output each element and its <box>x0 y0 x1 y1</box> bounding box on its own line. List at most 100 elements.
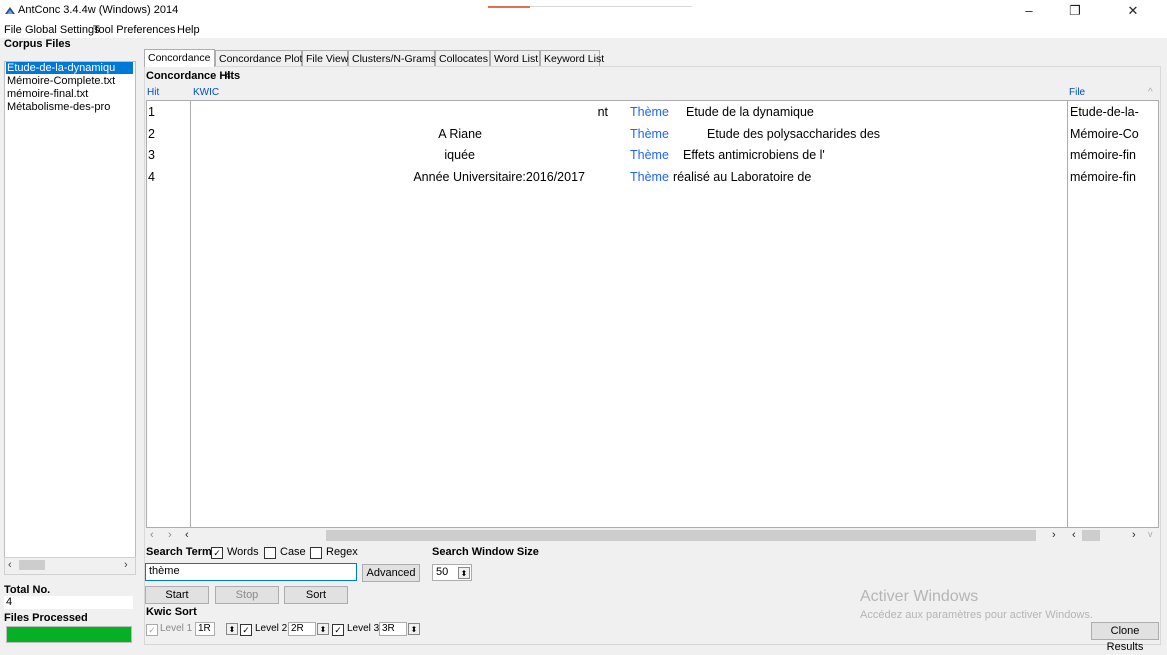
case-label: Case <box>280 546 306 558</box>
corpus-file-item[interactable]: Mémoire-Complete.txt <box>7 75 115 87</box>
row-hit: 2 <box>148 127 155 141</box>
scroll-up-icon[interactable]: ^ <box>1148 87 1153 98</box>
minimize-icon[interactable]: – <box>1006 0 1052 22</box>
kwic-scroll-thumb[interactable] <box>326 530 1036 541</box>
activation-watermark-title: Activer Windows <box>860 588 979 605</box>
scroll-left-icon[interactable]: ‹ <box>8 559 12 571</box>
menu-tool-preferences[interactable]: Tool Preferences <box>93 24 176 36</box>
activation-watermark-subtitle: Accédez aux paramètres pour activer Wind… <box>860 609 1093 621</box>
row-keyword[interactable]: Thème <box>630 148 669 162</box>
level3-checkbox[interactable]: ✓ <box>332 624 344 636</box>
corpus-hscrollbar[interactable]: ‹ › <box>4 557 136 575</box>
row-file: Etude-de-la- <box>1070 105 1139 119</box>
menu-file[interactable]: File <box>4 24 22 36</box>
advanced-button[interactable]: Advanced <box>362 564 420 582</box>
total-no-label: Total No. <box>4 584 51 596</box>
case-checkbox[interactable] <box>264 547 276 559</box>
corpus-file-list[interactable]: Etude-de-la-dynamiqu Mémoire-Complete.tx… <box>4 61 136 558</box>
row-keyword[interactable]: Thème <box>630 127 669 141</box>
window-size-value: 50 <box>436 566 449 578</box>
row-file: mémoire-fin <box>1070 170 1136 184</box>
menu-bar: File Global Settings Tool Preferences He… <box>0 22 1167 38</box>
scroll-left-icon[interactable]: ‹ <box>150 529 154 541</box>
file-scroll-thumb[interactable] <box>1082 530 1100 541</box>
row-hit: 3 <box>148 148 155 162</box>
row-right-context: Etude des polysaccharides des <box>707 127 881 141</box>
title-accent <box>488 6 530 8</box>
search-window-size-field[interactable]: 50 ⬍ <box>432 564 472 581</box>
total-no-value: 4 <box>4 596 133 609</box>
tab-collocates[interactable]: Collocates <box>435 50 490 66</box>
tab-word-list[interactable]: Word List <box>490 50 540 66</box>
menu-help[interactable]: Help <box>177 24 200 36</box>
restore-icon[interactable]: ❐ <box>1052 0 1098 22</box>
regex-label: Regex <box>326 546 358 558</box>
scroll-right-icon[interactable]: › <box>1132 529 1136 541</box>
row-left-context: nt <box>597 105 608 119</box>
start-button[interactable]: Start <box>145 586 209 604</box>
column-header-file[interactable]: File <box>1069 87 1085 98</box>
level1-field[interactable]: 1R <box>195 622 215 636</box>
level1-checkbox: ✓ <box>146 624 158 636</box>
tab-keyword-list[interactable]: Keyword List <box>540 50 604 66</box>
kwic-column[interactable] <box>191 100 1068 528</box>
file-column[interactable] <box>1067 100 1159 528</box>
concordance-hits-value: 4 <box>225 70 232 82</box>
window-title: AntConc 3.4.4w (Windows) 2014 <box>18 4 179 16</box>
scroll-left-icon[interactable]: ‹ <box>1072 529 1076 541</box>
scroll-left-icon[interactable]: ‹ <box>185 529 189 541</box>
spinner-icon[interactable]: ⬍ <box>408 623 420 635</box>
level2-label: Level 2 <box>255 623 288 634</box>
search-window-size-label: Search Window Size <box>432 546 539 558</box>
spinner-icon[interactable]: ⬍ <box>458 567 470 579</box>
tab-concordance[interactable]: Concordance <box>144 49 215 67</box>
row-hit: 4 <box>148 170 155 184</box>
column-header-hit[interactable]: Hit <box>147 87 159 98</box>
row-left-context: A Riane <box>438 127 482 141</box>
row-keyword[interactable]: Thème <box>630 170 669 184</box>
row-left-context: iquée <box>444 148 475 162</box>
kwic-sort-label: Kwic Sort <box>146 606 197 618</box>
scroll-down-icon[interactable]: v <box>1148 529 1153 539</box>
level3-label: Level 3 <box>347 623 380 634</box>
words-checkbox[interactable]: ✓ <box>211 547 223 559</box>
tab-clusters[interactable]: Clusters/N-Grams <box>348 50 436 66</box>
level2-checkbox[interactable]: ✓ <box>240 624 252 636</box>
regex-checkbox[interactable] <box>310 547 322 559</box>
words-label: Words <box>227 546 259 558</box>
title-accent-line <box>530 6 692 7</box>
level2-field[interactable]: 2R <box>288 622 316 636</box>
scroll-thumb[interactable] <box>19 560 45 570</box>
row-hit: 1 <box>148 105 155 119</box>
files-processed-progress <box>6 626 132 643</box>
app-icon <box>5 7 15 14</box>
close-icon[interactable]: ✕ <box>1110 0 1156 22</box>
column-header-kwic[interactable]: KWIC <box>193 87 219 98</box>
row-file: Mémoire-Co <box>1070 127 1139 141</box>
row-left-context: Année Universitaire:2016/2017 <box>413 170 585 184</box>
corpus-file-item[interactable]: mémoire-final.txt <box>7 88 88 100</box>
corpus-file-item[interactable]: Etude-de-la-dynamiqu <box>6 62 133 74</box>
stop-button[interactable]: Stop <box>215 586 279 604</box>
corpus-files-label: Corpus Files <box>4 38 71 50</box>
menu-global-settings[interactable]: Global Settings <box>25 24 100 36</box>
corpus-file-item[interactable]: Métabolisme-des-pro <box>7 101 110 113</box>
scroll-right-icon[interactable]: › <box>168 529 172 541</box>
row-right-context: Effets antimicrobiens de l' <box>683 148 825 162</box>
tab-concordance-plot[interactable]: Concordance Plot <box>215 50 302 66</box>
sort-button[interactable]: Sort <box>284 586 348 604</box>
scroll-right-icon[interactable]: › <box>124 559 128 571</box>
search-input[interactable]: thème <box>145 563 357 581</box>
tab-file-view[interactable]: File View <box>302 50 348 66</box>
level1-label: Level 1 <box>160 623 193 634</box>
clone-results-button[interactable]: Clone Results <box>1091 622 1159 653</box>
row-file: mémoire-fin <box>1070 148 1136 162</box>
row-right-context: réalisé au Laboratoire de <box>673 170 812 184</box>
level3-field[interactable]: 3R <box>379 622 407 636</box>
spinner-icon[interactable]: ⬍ <box>317 623 329 635</box>
row-keyword[interactable]: Thème <box>630 105 669 119</box>
scroll-right-icon[interactable]: › <box>1052 529 1056 541</box>
hit-column[interactable] <box>146 100 191 528</box>
spinner-icon[interactable]: ⬍ <box>226 623 238 635</box>
search-term-label: Search Term <box>146 546 212 558</box>
